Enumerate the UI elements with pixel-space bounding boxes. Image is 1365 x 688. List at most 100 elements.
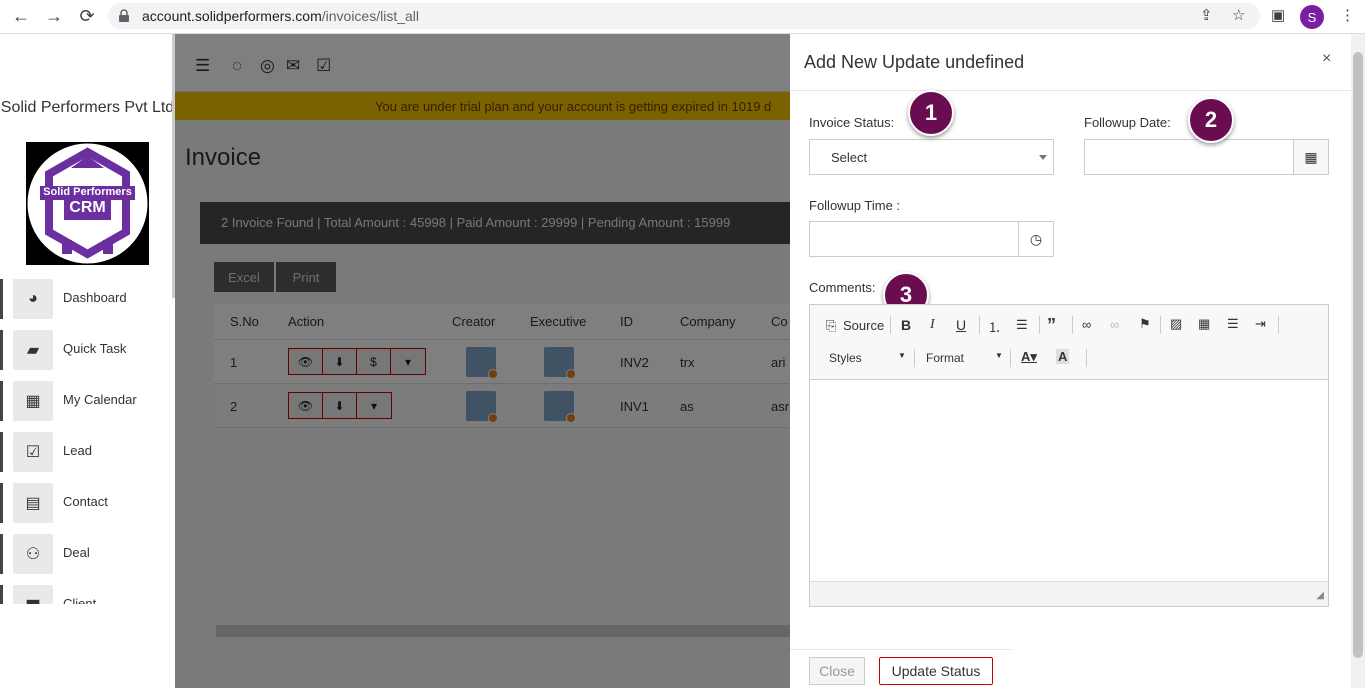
horizontal-line-icon[interactable]: ☰ <box>1227 316 1239 332</box>
toolbar-separator <box>1278 316 1279 334</box>
scrollbar-thumb[interactable] <box>1353 52 1363 658</box>
lead-icon: ☑ <box>13 432 53 472</box>
indent-icon[interactable]: ⇥ <box>1255 316 1266 332</box>
logo-text-top: Solid Performers <box>43 186 132 198</box>
clock-icon[interactable]: ◷ <box>1018 221 1054 257</box>
calendar-icon: ▦ <box>13 381 53 421</box>
toolbar-separator <box>1039 316 1040 334</box>
contact-icon: ▤ <box>13 483 53 523</box>
toolbar-separator <box>1160 316 1161 334</box>
text-color-icon[interactable]: A▾ <box>1021 349 1037 365</box>
sidebar-item-label: Dashboard <box>63 290 127 305</box>
step-badge-2: 2 <box>1188 97 1234 143</box>
anchor-flag-icon[interactable]: ⚑ <box>1139 316 1151 332</box>
chevron-down-icon <box>1039 155 1047 160</box>
dashboard-icon: ◕ <box>13 279 53 319</box>
sidebar-item-indicator <box>0 279 3 319</box>
sidebar-item-dashboard[interactable]: ◕ Dashboard <box>0 277 172 328</box>
step-badge-1: 1 <box>908 90 954 136</box>
close-icon[interactable]: × <box>1322 50 1331 68</box>
modal-backdrop[interactable] <box>175 34 790 688</box>
footer-divider <box>790 649 1011 650</box>
link-icon[interactable]: ∞ <box>1082 317 1091 332</box>
sidebar-item-contact[interactable]: ▤ Contact <box>0 481 172 532</box>
url-text: account.solidperformers.com/invoices/lis… <box>142 8 419 24</box>
bold-icon[interactable]: B <box>901 317 911 333</box>
sidebar-item-deal[interactable]: ⚇ Deal <box>0 532 172 583</box>
blockquote-icon[interactable]: ” <box>1047 315 1056 336</box>
update-status-button[interactable]: Update Status <box>879 657 993 685</box>
unlink-icon[interactable]: ∞ <box>1110 317 1119 332</box>
more-menu-icon[interactable]: ⋮ <box>1340 6 1355 24</box>
sidebar-item-client[interactable]: ▆ Client <box>0 583 172 604</box>
chevron-down-icon: ▼ <box>898 351 906 360</box>
toolbar-separator <box>1010 349 1011 367</box>
followup-time-label: Followup Time : <box>809 198 901 213</box>
modal-scrollbar[interactable] <box>1351 34 1365 688</box>
sidebar-item-label: Contact <box>63 494 108 509</box>
background-color-icon[interactable]: A <box>1056 349 1070 364</box>
back-arrow-icon[interactable]: ← <box>10 5 32 27</box>
add-update-modal: Add New Update undefined × Invoice Statu… <box>790 34 1351 688</box>
sidebar-item-label: My Calendar <box>63 392 137 407</box>
table-icon[interactable]: ▦ <box>1198 316 1210 332</box>
editor-toolbar: ⎘ Source B I U ⒈ ☰ ” ∞ ∞ ⚑ ▨ ▦ ☰ ⇥ Style… <box>810 305 1328 380</box>
italic-icon[interactable]: I <box>930 317 935 333</box>
crm-logo: Solid Performers CRM <box>26 142 149 265</box>
followup-time-input[interactable] <box>809 221 1019 257</box>
reload-icon[interactable]: ⟳ <box>76 5 98 27</box>
chevron-down-icon: ▼ <box>995 351 1003 360</box>
address-bar[interactable]: account.solidperformers.com/invoices/lis… <box>108 3 1260 29</box>
toolbar-separator <box>890 316 891 334</box>
lock-icon <box>119 9 129 22</box>
star-icon[interactable]: ☆ <box>1232 6 1245 24</box>
share-icon[interactable]: ⇪ <box>1200 6 1213 24</box>
handshake-icon: ⚇ <box>13 534 53 574</box>
source-icon[interactable]: ⎘ <box>826 318 836 334</box>
close-button[interactable]: Close <box>809 657 865 685</box>
sidebar-item-my-calendar[interactable]: ▦ My Calendar <box>0 379 172 430</box>
sidebar-item-quick-task[interactable]: ▰ Quick Task <box>0 328 172 379</box>
format-dropdown[interactable]: Format <box>926 351 964 365</box>
briefcase-icon: ▆ <box>13 585 53 604</box>
modal-divider <box>790 90 1351 91</box>
styles-dropdown[interactable]: Styles <box>829 351 862 365</box>
url-path: /invoices/list_all <box>321 8 420 24</box>
followup-date-input[interactable] <box>1084 139 1294 175</box>
invoice-status-value: Select <box>831 150 868 165</box>
followup-date-label: Followup Date: <box>1084 115 1171 130</box>
sidebar-item-indicator <box>0 534 3 574</box>
forward-arrow-icon[interactable]: → <box>43 5 65 27</box>
invoice-status-select[interactable]: Select <box>809 139 1054 175</box>
image-icon[interactable]: ▨ <box>1170 316 1182 332</box>
sidebar-item-lead[interactable]: ☑ Lead <box>0 430 172 481</box>
sidebar-item-indicator <box>0 330 3 370</box>
sidebar-item-label: Quick Task <box>63 341 127 356</box>
sidebar-item-indicator <box>0 585 3 604</box>
sidebar-item-label: Lead <box>63 443 92 458</box>
comments-label: Comments: <box>809 280 876 295</box>
toolbar-separator <box>1072 316 1073 334</box>
comments-editor: ⎘ Source B I U ⒈ ☰ ” ∞ ∞ ⚑ ▨ ▦ ☰ ⇥ Style… <box>809 304 1329 607</box>
sidebar-item-indicator <box>0 432 3 472</box>
source-button[interactable]: Source <box>843 318 884 333</box>
profile-avatar[interactable]: S <box>1300 5 1324 29</box>
numbered-list-icon[interactable]: ⒈ <box>988 317 1001 336</box>
sidebar-item-label: Client <box>63 596 97 604</box>
sidebar-item-label: Deal <box>63 545 90 560</box>
invoice-status-label: Invoice Status: <box>809 115 895 130</box>
side-panel-icon[interactable]: ▣ <box>1271 6 1285 24</box>
toolbar-separator <box>1086 349 1087 367</box>
toolbar-separator <box>914 349 915 367</box>
calendar-icon[interactable]: ▦ <box>1293 139 1329 175</box>
editor-content-area[interactable] <box>810 380 1328 581</box>
resize-handle-icon[interactable]: ◢ <box>1316 590 1324 601</box>
company-name: Solid Performers Pvt Ltd <box>0 99 175 116</box>
bulleted-list-icon[interactable]: ☰ <box>1016 317 1028 333</box>
toolbar-separator <box>979 316 980 334</box>
browser-toolbar: ← → ⟳ account.solidperformers.com/invoic… <box>0 0 1365 34</box>
logo-text-bottom: CRM <box>69 199 106 216</box>
sidebar-item-indicator <box>0 483 3 523</box>
underline-icon[interactable]: U <box>956 317 966 333</box>
modal-title: Add New Update undefined <box>804 52 1025 72</box>
